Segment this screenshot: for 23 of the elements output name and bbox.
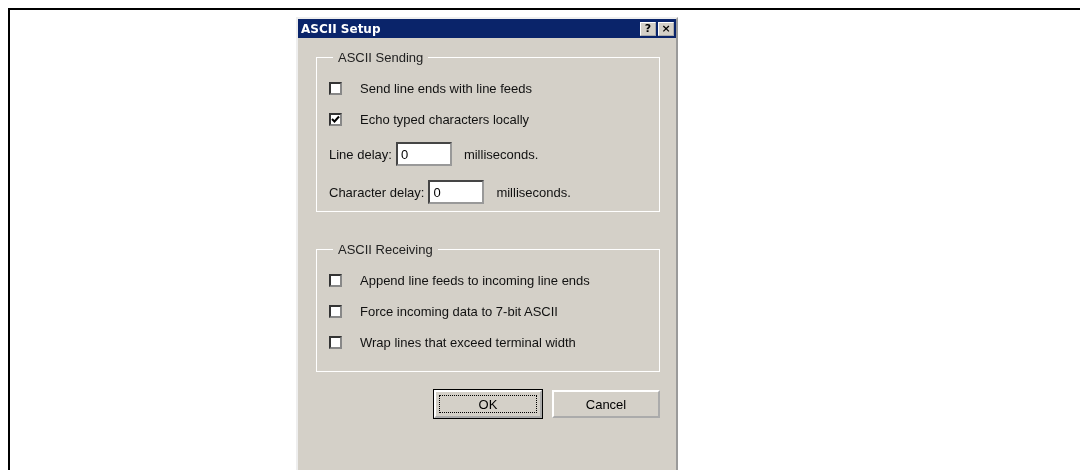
field-label: Line delay: [329, 146, 392, 162]
help-button[interactable]: ? [640, 21, 656, 36]
checkbox-label: Send line ends with line feeds [360, 81, 532, 96]
group-title: ASCII Sending [337, 50, 425, 65]
group-title: ASCII Receiving [337, 242, 434, 257]
checkbox-label: Append line feeds to incoming line ends [360, 273, 590, 288]
dialog-button[interactable]: OK [434, 390, 542, 418]
checkbox[interactable] [329, 305, 342, 318]
close-button[interactable]: × [658, 21, 674, 36]
unit-label: milliseconds. [496, 184, 571, 200]
input-field[interactable]: 0 [428, 180, 485, 204]
checkbox-label: Wrap lines that exceed terminal width [360, 335, 576, 350]
checkbox-label: Force incoming data to 7-bit ASCII [360, 304, 558, 319]
field-label: Character delay: [329, 184, 425, 200]
checkbox[interactable] [329, 336, 342, 349]
checkbox[interactable] [329, 274, 342, 287]
input-field[interactable]: 0 [395, 142, 452, 166]
checkbox[interactable] [329, 82, 342, 95]
unit-label: milliseconds. [463, 146, 539, 162]
checkbox-label: Echo typed characters locally [360, 112, 530, 127]
window-title: ASCII Setup [301, 21, 381, 36]
dialog-button[interactable]: Cancel [552, 390, 660, 418]
checkbox[interactable] [329, 113, 342, 126]
